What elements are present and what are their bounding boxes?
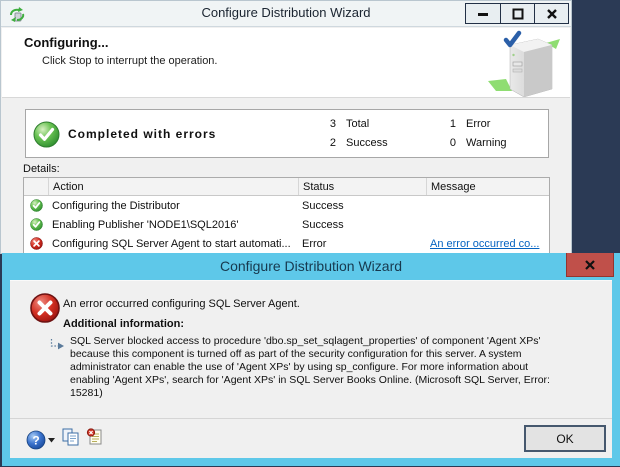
step-subtitle: Click Stop to interrupt the operation. bbox=[42, 55, 218, 67]
table-header: Action Status Message bbox=[24, 178, 549, 196]
server-tower-icon bbox=[486, 29, 564, 102]
count-total: 3 Total bbox=[329, 118, 370, 130]
success-status-icon bbox=[33, 121, 60, 153]
wizard-header: Configuring... Click Stop to interrupt t… bbox=[2, 28, 570, 98]
titlebar: Configure Distribution Wizard bbox=[1, 1, 571, 27]
help-dropdown-button[interactable]: ? bbox=[26, 430, 55, 450]
column-status: Status bbox=[298, 178, 426, 195]
details-table: Action Status Message Configuring the Di… bbox=[23, 177, 550, 254]
additional-info-label: Additional information: bbox=[63, 318, 184, 330]
svg-text:?: ? bbox=[32, 433, 39, 447]
dialog-footer: ? OK bbox=[10, 418, 612, 458]
dialog-title: Configure Distribution Wizard bbox=[219, 258, 403, 274]
copy-message-button[interactable] bbox=[62, 428, 79, 451]
close-button[interactable] bbox=[534, 4, 568, 23]
maximize-button[interactable] bbox=[500, 4, 534, 23]
error-detail-text: SQL Server blocked access to procedure '… bbox=[70, 335, 550, 399]
dialog-message: An error occurred configuring SQL Server… bbox=[63, 298, 300, 310]
column-action: Action bbox=[48, 178, 298, 195]
success-icon bbox=[24, 218, 48, 231]
error-icon bbox=[30, 293, 60, 328]
window-controls bbox=[465, 3, 569, 24]
error-report-button[interactable] bbox=[86, 428, 103, 451]
dialog-body: An error occurred configuring SQL Server… bbox=[10, 280, 612, 458]
table-row[interactable]: Configuring the Distributor Success bbox=[24, 196, 549, 215]
ok-button[interactable]: OK bbox=[524, 425, 606, 452]
branch-arrow-icon bbox=[50, 337, 65, 400]
table-row[interactable]: Configuring SQL Server Agent to start au… bbox=[24, 234, 549, 253]
summary-status-text: Completed with errors bbox=[68, 127, 217, 141]
dialog-close-button[interactable] bbox=[566, 253, 614, 277]
count-error: 1 Error bbox=[449, 118, 491, 130]
details-label: Details: bbox=[23, 163, 60, 175]
configure-distribution-wizard-window: Configure Distribution Wizard Configurin… bbox=[0, 0, 572, 254]
count-warning: 0 Warning bbox=[449, 137, 507, 149]
step-title: Configuring... bbox=[24, 35, 109, 50]
column-message: Message bbox=[426, 178, 549, 195]
count-success: 2 Success bbox=[329, 137, 388, 149]
minimize-button[interactable] bbox=[466, 4, 500, 23]
table-row[interactable]: Enabling Publisher 'NODE1\SQL2016' Succe… bbox=[24, 215, 549, 234]
chevron-down-icon bbox=[48, 437, 55, 442]
success-icon bbox=[24, 199, 48, 212]
error-message-link[interactable]: An error occurred co... bbox=[430, 238, 539, 250]
error-icon bbox=[24, 237, 48, 250]
error-dialog: Configure Distribution Wizard An error o… bbox=[2, 253, 620, 466]
summary-panel: Completed with errors 3 Total 2 Success 1E… bbox=[25, 109, 549, 158]
